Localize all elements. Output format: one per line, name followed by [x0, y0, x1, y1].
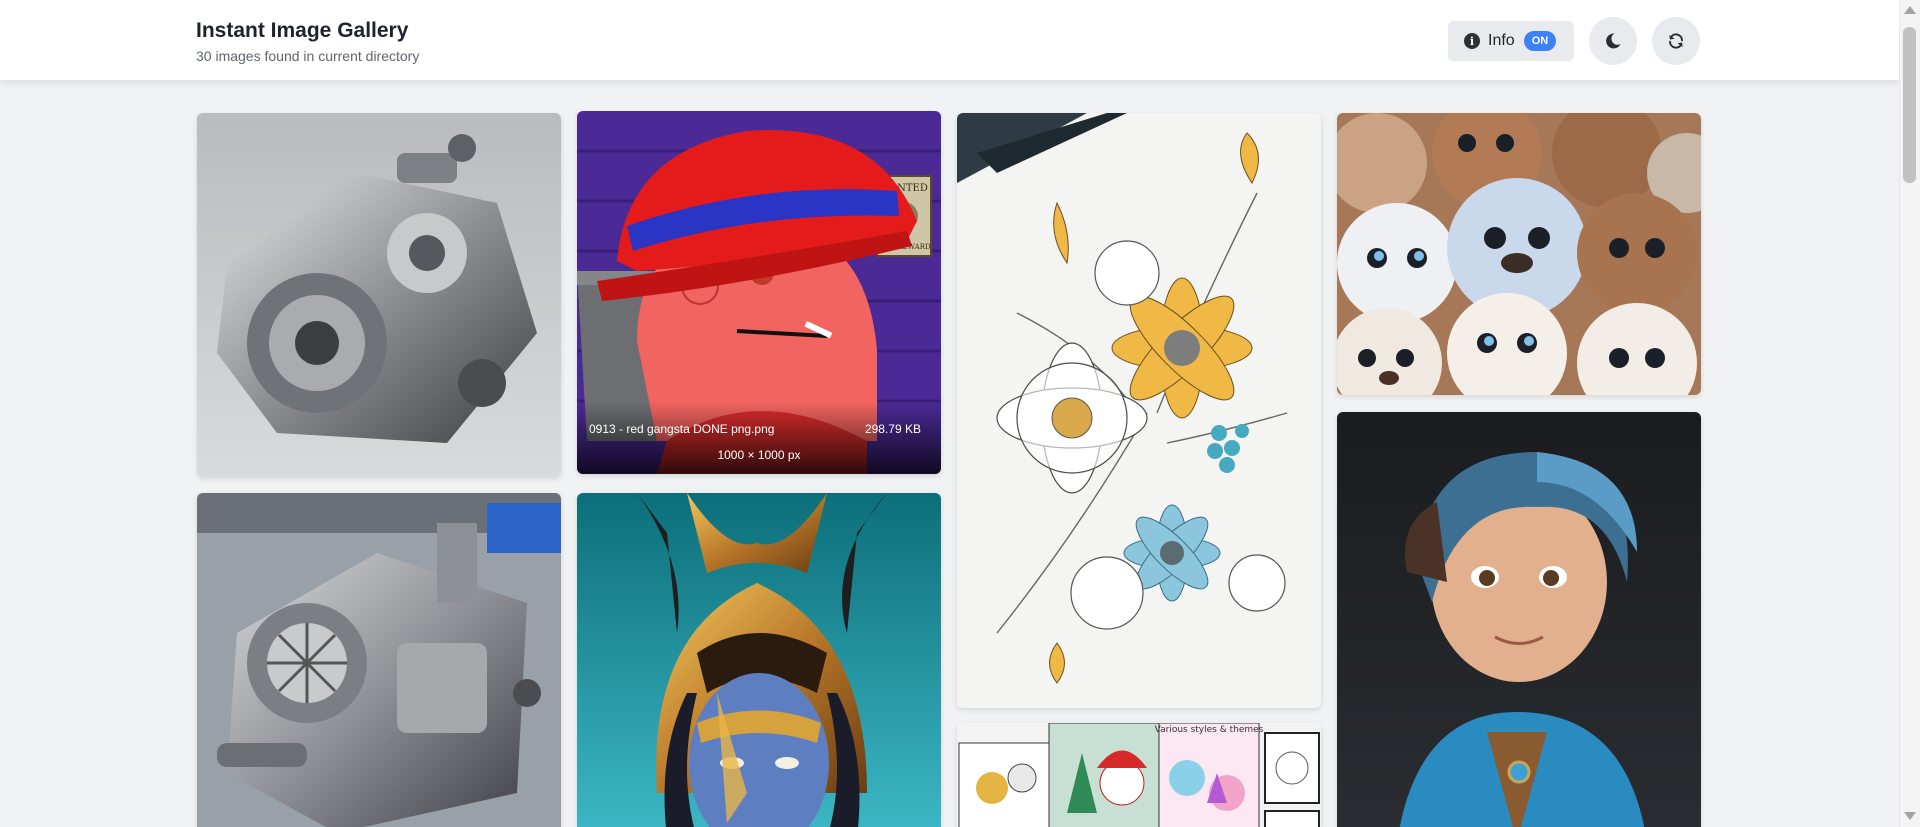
- gallery-image-card[interactable]: Various styles & themes: [957, 723, 1321, 827]
- info-circle-icon: i: [1464, 33, 1480, 49]
- gallery-image-card[interactable]: [197, 493, 561, 827]
- refresh-icon: [1669, 33, 1683, 49]
- dark-mode-button[interactable]: [1589, 17, 1637, 65]
- gallery-image: [577, 493, 941, 827]
- collage-banner-text: Various styles & themes: [1155, 725, 1264, 735]
- gallery-image: [1337, 412, 1701, 827]
- scrollbar-thumb[interactable]: [1903, 27, 1916, 183]
- image-dimensions: 1000 × 1000 px: [717, 448, 801, 462]
- image-file-size: 298.79 KB: [864, 422, 921, 436]
- gallery-image: [1337, 113, 1701, 395]
- gallery-image-card[interactable]: [577, 493, 941, 827]
- image-count-subtitle: 30 images found in current directory: [196, 48, 420, 64]
- moon-icon: [1606, 33, 1621, 49]
- gallery-image-card[interactable]: [1337, 113, 1701, 395]
- gallery-image-card[interactable]: [1337, 412, 1701, 827]
- page-title: Instant Image Gallery: [196, 19, 409, 42]
- info-label: Info: [1488, 32, 1515, 49]
- info-toggle-button[interactable]: i Info ON: [1448, 21, 1574, 61]
- gallery-image: [197, 113, 561, 477]
- gallery-image-card[interactable]: [957, 113, 1321, 708]
- scroll-up-arrow-icon[interactable]: [1904, 6, 1916, 14]
- refresh-button[interactable]: [1652, 17, 1700, 65]
- info-status-badge: ON: [1523, 31, 1557, 51]
- gallery-image: [957, 113, 1321, 708]
- scroll-down-arrow-icon[interactable]: [1904, 812, 1916, 820]
- image-filename: 0913 - red gangsta DONE png.png: [589, 422, 775, 436]
- app-header: Instant Image Gallery 30 images found in…: [0, 0, 1899, 81]
- gallery-image-card-selected[interactable]: WANTED $500 REWARD 0913 - red gangsta DO…: [577, 111, 941, 474]
- gallery-image-card[interactable]: [197, 113, 561, 477]
- gallery-image: Various styles & themes: [957, 723, 1321, 827]
- gallery-image: [197, 493, 561, 827]
- image-info-overlay: 0913 - red gangsta DONE png.png 298.79 K…: [577, 402, 941, 474]
